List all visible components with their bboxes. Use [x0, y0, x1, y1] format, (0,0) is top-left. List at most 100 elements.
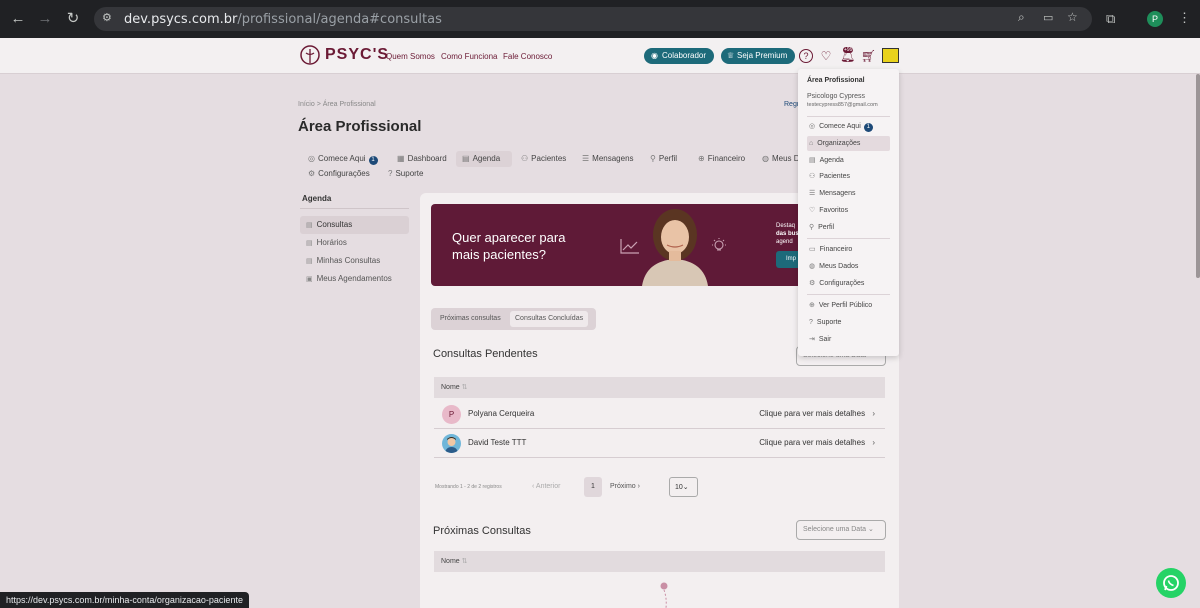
- proximas-title: Próximas Consultas: [433, 525, 531, 537]
- calendar-icon: ▤: [809, 157, 816, 164]
- menu-item-financeiro[interactable]: ▭ Financeiro: [807, 242, 890, 257]
- table-row[interactable]: P Polyana Cerqueira Clique para ver mais…: [434, 400, 885, 429]
- id-icon: ◍: [762, 154, 769, 163]
- breadcrumb: Início > Área Profissional: [298, 101, 376, 108]
- user-icon: ⚲: [809, 224, 815, 231]
- help-icon[interactable]: ?: [799, 49, 813, 63]
- sidebar-item-consultas[interactable]: ▤ Consultas: [300, 216, 409, 234]
- proximas-table-header[interactable]: Nome ⇅: [434, 551, 885, 572]
- sidebar-title: Agenda: [302, 194, 332, 203]
- tab-suporte[interactable]: ? Suporte: [382, 166, 429, 182]
- pager-page[interactable]: 1: [584, 477, 602, 497]
- nav-quem-somos[interactable]: Quem Somos: [386, 52, 435, 61]
- empty-state-illustration: [656, 580, 672, 608]
- banner-text: Quer aparecer para mais pacientes?: [452, 230, 566, 262]
- tab-mensagens[interactable]: ☰ Mensagens: [576, 151, 640, 167]
- patient-name: David Teste TTT: [468, 438, 527, 447]
- gear-icon: ⚙: [308, 169, 316, 178]
- menu-item-ver-perfil-publico[interactable]: ⊕ Ver Perfil Público: [807, 298, 890, 313]
- user-icon: ⚲: [650, 154, 656, 163]
- tab-configuracoes[interactable]: ⚙ Configurações: [302, 166, 376, 182]
- users-icon: ⚇: [521, 154, 529, 163]
- table-row[interactable]: David Teste TTT Clique para ver mais det…: [434, 429, 885, 458]
- chevron-right-icon: ›: [637, 483, 640, 490]
- pager-info: Mostrando 1 - 2 de 2 registros: [435, 484, 502, 490]
- tab-consultas-concluidas[interactable]: Consultas Concluídas: [510, 311, 589, 327]
- card-icon[interactable]: ▭: [1043, 11, 1053, 24]
- forward-icon[interactable]: →: [36, 10, 54, 28]
- tab-pacientes[interactable]: ⚇ Pacientes: [515, 151, 572, 167]
- message-icon: ☰: [809, 190, 816, 197]
- wallet-icon: ⊕: [698, 154, 705, 163]
- chevron-down-icon: ⌄: [682, 484, 689, 491]
- chevron-right-icon: ›: [872, 409, 875, 418]
- menu-item-favoritos[interactable]: ♡ Favoritos: [807, 203, 890, 218]
- logo-text[interactable]: PSYC'S: [325, 46, 389, 64]
- menu-item-perfil[interactable]: ⚲ Perfil: [807, 220, 890, 235]
- profile-avatar[interactable]: P: [1147, 11, 1163, 27]
- pendentes-table-header[interactable]: Nome ⇅: [434, 377, 885, 398]
- nav-fale-conosco[interactable]: Fale Conosco: [503, 52, 552, 61]
- back-icon[interactable]: ←: [9, 10, 27, 28]
- sidebar-item-minhas-consultas[interactable]: ▤ Minhas Consultas: [300, 252, 409, 270]
- url-text: dev.psycs.com.br/profissional/agenda#con…: [124, 12, 442, 27]
- extensions-icon[interactable]: ⧉: [1106, 11, 1115, 27]
- colaborador-button[interactable]: ◉ Colaborador: [644, 48, 715, 64]
- premium-icon: ♕: [727, 51, 735, 60]
- lightbulb-icon: [711, 237, 727, 255]
- menu-item-suporte[interactable]: ? Suporte: [807, 315, 890, 330]
- cart-icon[interactable]: 🛒︎: [861, 49, 876, 63]
- site-info-icon[interactable]: ⚙: [102, 11, 112, 24]
- consultas-segment: Próximas consultas Consultas Concluídas: [431, 308, 596, 330]
- bookmark-star-icon[interactable]: ☆: [1067, 10, 1078, 24]
- menu-item-sair[interactable]: ⇥ Sair: [807, 332, 890, 347]
- per-page-select[interactable]: 10⌄: [669, 477, 698, 497]
- menu-item-meus-dados[interactable]: ◍ Meus Dados: [807, 259, 890, 274]
- menu-item-mensagens[interactable]: ☰ Mensagens: [807, 186, 890, 201]
- sidebar-item-meus-agendamentos[interactable]: ▣ Meus Agendamentos: [300, 270, 409, 288]
- menu-item-agenda[interactable]: ▤ Agenda: [807, 153, 890, 168]
- logout-icon: ⇥: [809, 336, 815, 343]
- banner-side-text: Destaq das bus agend: [776, 223, 799, 245]
- details-link[interactable]: Clique para ver mais detalhes ›: [759, 409, 875, 418]
- tab-agenda[interactable]: ▤ Agenda: [456, 151, 512, 167]
- premium-button[interactable]: ♕ Seja Premium: [721, 48, 796, 64]
- pendentes-title: Consultas Pendentes: [433, 348, 538, 360]
- menu-item-comece-aqui[interactable]: ◎ Comece Aqui 1: [807, 119, 890, 134]
- tab-proximas-consultas[interactable]: Próximas consultas: [435, 311, 506, 327]
- logo-icon[interactable]: [298, 44, 322, 68]
- test-env-badge-icon: [882, 48, 899, 63]
- breadcrumb-home[interactable]: Início: [298, 101, 315, 108]
- sidebar-item-horarios[interactable]: ▤ Horários: [300, 234, 409, 252]
- notification-badge: +99: [843, 47, 854, 53]
- status-bar-url: https://dev.psycs.com.br/minha-conta/org…: [0, 592, 249, 608]
- menu-item-organizacoes[interactable]: ⌂ Organizações: [807, 136, 890, 151]
- tab-dashboard[interactable]: ▦ Dashboard: [391, 151, 453, 167]
- site-header: [0, 38, 1200, 74]
- zoom-icon[interactable]: ⌕: [1018, 10, 1025, 25]
- menu-dots-icon[interactable]: ⋮: [1178, 10, 1191, 26]
- address-bar[interactable]: ⚙ dev.psycs.com.br/profissional/agenda#c…: [94, 7, 1092, 31]
- proximas-date-select[interactable]: Selecione uma Data ⌄: [796, 520, 886, 540]
- pager-next[interactable]: Próximo ›: [610, 477, 640, 497]
- menu-item-configuracoes[interactable]: ⚙ Configurações: [807, 276, 890, 291]
- page-title: Área Profissional: [298, 118, 422, 135]
- details-link[interactable]: Clique para ver mais detalhes ›: [759, 438, 875, 447]
- avatar: [442, 434, 461, 453]
- reload-icon[interactable]: ↻: [64, 10, 82, 28]
- dropdown-user: Psicologo Cypress: [807, 93, 865, 100]
- tab-comece-aqui[interactable]: ◎ Comece Aqui 1: [302, 151, 384, 167]
- heart-icon: ♡: [809, 207, 816, 214]
- regras-link[interactable]: Regr: [784, 101, 799, 108]
- menu-item-pacientes[interactable]: ⚇ Pacientes: [807, 169, 890, 184]
- tab-financeiro[interactable]: ⊕ Financeiro: [692, 151, 751, 167]
- page-scrollbar[interactable]: [1196, 74, 1200, 278]
- favorites-heart-icon[interactable]: ♡: [819, 49, 833, 63]
- tab-perfil[interactable]: ⚲ Perfil: [644, 151, 683, 167]
- pager-prev[interactable]: ‹ Anterior: [532, 477, 560, 497]
- banner-cta-button[interactable]: Imp: [776, 251, 800, 268]
- nav-como-funciona[interactable]: Como Funciona: [441, 52, 497, 61]
- calendar-icon: ▤: [306, 258, 313, 265]
- whatsapp-icon[interactable]: [1156, 568, 1186, 598]
- professional-photo: [636, 205, 714, 286]
